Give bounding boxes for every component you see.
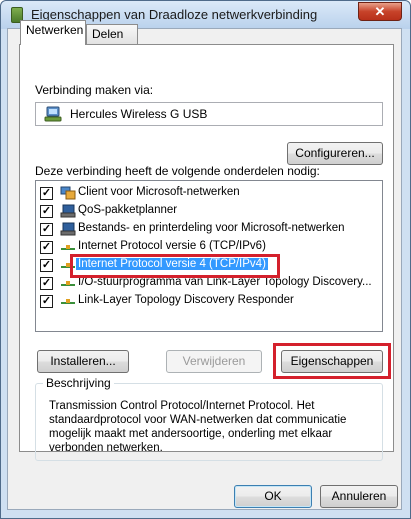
- description-legend: Beschrijving: [43, 376, 114, 390]
- description-text: Transmission Control Protocol/Internet P…: [49, 400, 347, 454]
- list-item-ipv6[interactable]: ✓ Internet Protocol versie 6 (TCP/IPv6): [36, 238, 382, 256]
- list-item-file-sharing[interactable]: ✓ Bestands- en printerdeling voor Micros…: [36, 220, 382, 238]
- properties-button[interactable]: Eigenschappen: [281, 350, 383, 373]
- configure-button[interactable]: Configureren...: [287, 142, 383, 165]
- network-adapter-icon: [44, 106, 62, 122]
- components-label: Deze verbinding heeft de volgende onderd…: [35, 164, 320, 178]
- item-label-selected: Internet Protocol versie 4 (TCP/IPv4): [76, 258, 268, 270]
- protocol-icon: [61, 263, 75, 268]
- checkbox-lltd-responder[interactable]: ✓: [40, 295, 53, 308]
- ok-button[interactable]: OK: [234, 485, 312, 508]
- connect-via-label: Verbinding maken via:: [35, 83, 154, 97]
- cancel-button[interactable]: Annuleren: [320, 485, 398, 508]
- protocol-icon: [61, 245, 75, 250]
- checkbox-file-sharing[interactable]: ✓: [40, 223, 53, 236]
- item-label: I/O-stuurprogramma van Link-Layer Topolo…: [78, 276, 372, 288]
- item-label: Bestands- en printerdeling voor Microsof…: [78, 222, 345, 234]
- item-label: Internet Protocol versie 6 (TCP/IPv6): [78, 240, 266, 252]
- checkbox-qos[interactable]: ✓: [40, 205, 53, 218]
- protocol-icon: [61, 281, 75, 286]
- remove-button[interactable]: Verwijderen: [166, 350, 262, 373]
- checkbox-client[interactable]: ✓: [40, 187, 53, 200]
- service-icon: [60, 204, 76, 218]
- list-item-lltd-responder[interactable]: ✓ Link-Layer Topology Discovery Responde…: [36, 292, 382, 310]
- tab-delen[interactable]: Delen: [86, 24, 138, 44]
- item-label: Link-Layer Topology Discovery Responder: [78, 294, 294, 306]
- install-button[interactable]: Installeren...: [37, 350, 129, 373]
- list-item-lltd-io[interactable]: ✓ I/O-stuurprogramma van Link-Layer Topo…: [36, 274, 382, 292]
- checkbox-ipv6[interactable]: ✓: [40, 241, 53, 254]
- list-item-ipv4[interactable]: ✓ Internet Protocol versie 4 (TCP/IPv4): [36, 256, 382, 274]
- checkbox-ipv4[interactable]: ✓: [40, 259, 53, 272]
- list-item-qos[interactable]: ✓ QoS-pakketplanner: [36, 202, 382, 220]
- item-label: QoS-pakketplanner: [78, 204, 178, 216]
- item-label: Client voor Microsoft-netwerken: [78, 186, 240, 198]
- checkbox-lltd-io[interactable]: ✓: [40, 277, 53, 290]
- close-button[interactable]: ✕: [358, 2, 402, 21]
- client-icon: [60, 186, 76, 200]
- adapter-box: Hercules Wireless G USB: [35, 102, 383, 126]
- adapter-name: Hercules Wireless G USB: [70, 107, 208, 121]
- list-item-client[interactable]: ✓ Client voor Microsoft-netwerken: [36, 184, 382, 202]
- service-icon: [60, 222, 76, 236]
- protocol-icon: [61, 299, 75, 304]
- components-list: ✓ Client voor Microsoft-netwerken ✓ QoS-…: [35, 180, 383, 332]
- tab-netwerken[interactable]: Netwerken: [20, 20, 86, 45]
